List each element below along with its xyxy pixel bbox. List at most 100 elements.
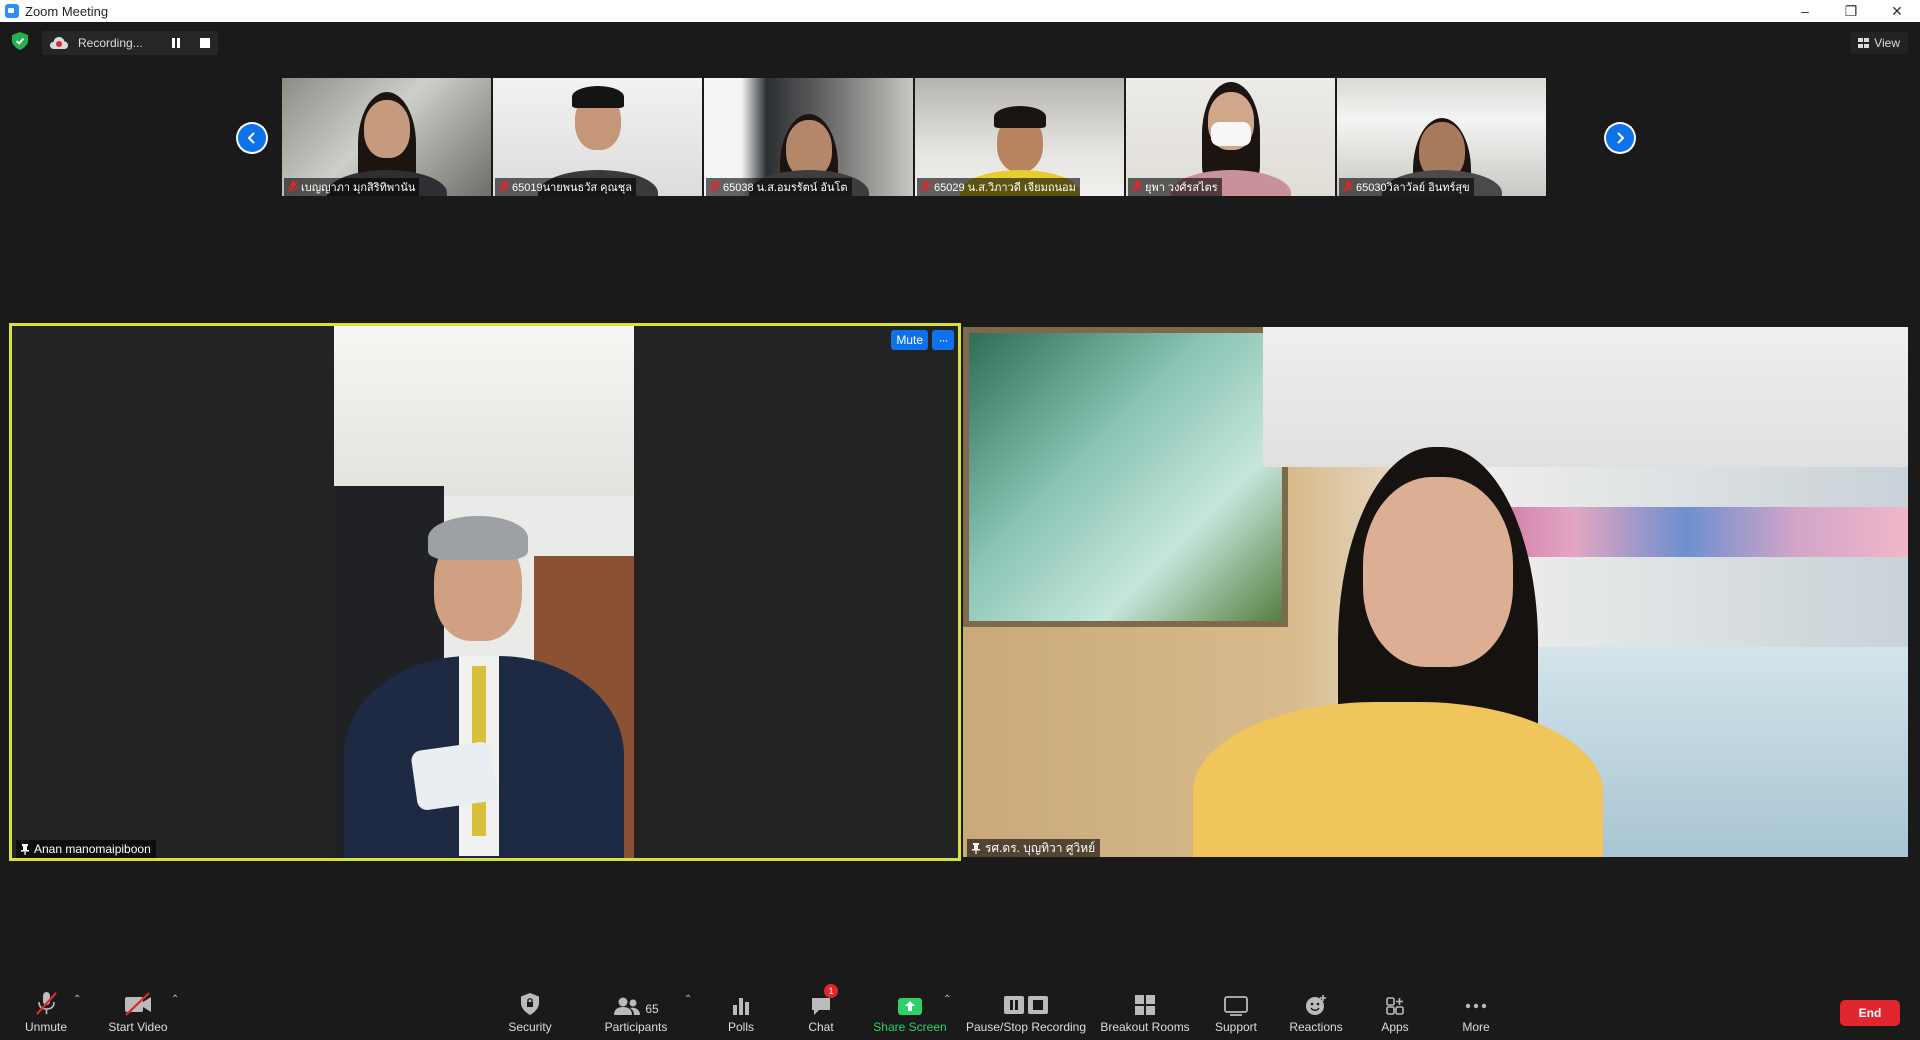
participants-count: 65 bbox=[645, 1002, 659, 1016]
participant-name-label: เบญญาภา มุกสิริทิพานัน bbox=[284, 178, 420, 196]
unmute-label: Unmute bbox=[24, 1020, 68, 1034]
chat-unread-badge: 1 bbox=[824, 984, 838, 998]
participant-name: 65030วิลาวัลย์ อินทร์สุข bbox=[1356, 182, 1470, 194]
participant-name-label: 65029 น.ส.วิภาวดี เจียมถนอม bbox=[917, 178, 1080, 196]
apps-label: Apps bbox=[1381, 1020, 1409, 1034]
reactions-label: Reactions bbox=[1289, 1020, 1343, 1034]
view-button[interactable]: View bbox=[1850, 32, 1908, 54]
grid-view-icon bbox=[1858, 38, 1870, 48]
participant-name-label: 65038 น.ส.อมรรัตน์ อันโต bbox=[706, 178, 852, 196]
participant-name-label: 65019นายพนธวัส คุณชุล bbox=[495, 178, 636, 196]
previous-page-button[interactable] bbox=[236, 122, 268, 154]
more-button[interactable]: More bbox=[1458, 980, 1494, 1040]
breakout-rooms-label: Breakout Rooms bbox=[1100, 1020, 1190, 1034]
restore-button[interactable]: ❐ bbox=[1828, 0, 1874, 22]
encryption-shield-icon[interactable] bbox=[12, 32, 28, 50]
pause-stop-recording-button[interactable]: Pause/Stop Recording bbox=[965, 980, 1087, 1040]
participant-name: 65029 น.ส.วิภาวดี เจียมถนอม bbox=[934, 182, 1076, 194]
video-tile-active-speaker[interactable]: Mute ··· Anan manomaipiboon bbox=[9, 323, 961, 861]
participant-thumbnail-strip: เบญญาภา มุกสิริทิพานัน 65019นายพนธวัส คุ… bbox=[282, 78, 1546, 196]
participant-thumbnail[interactable]: 65030วิลาวัลย์ อินทร์สุข bbox=[1337, 78, 1546, 196]
apps-icon bbox=[1386, 997, 1404, 1015]
pin-icon bbox=[21, 843, 29, 855]
participants-button[interactable]: 65 Participants bbox=[602, 980, 670, 1040]
cloud-recording-icon bbox=[50, 37, 68, 49]
chevron-right-icon bbox=[1617, 132, 1625, 144]
participant-name: รศ.ดร. บุญทิวา ศูวิหย์ bbox=[985, 840, 1096, 855]
minimize-button[interactable]: – bbox=[1782, 0, 1828, 22]
recording-indicator: Recording... bbox=[42, 31, 218, 55]
share-options-chevron-icon[interactable]: ⌃ bbox=[943, 994, 951, 1005]
support-label: Support bbox=[1214, 1020, 1258, 1034]
security-shield-icon bbox=[521, 993, 539, 1015]
pause-stop-recording-label: Pause/Stop Recording bbox=[965, 1020, 1087, 1034]
polls-icon bbox=[733, 998, 749, 1015]
participants-options-chevron-icon[interactable]: ⌃ bbox=[684, 994, 692, 1005]
video-tile[interactable]: รศ.ดร. บุญทิวา ศูวิหย์ bbox=[963, 327, 1908, 857]
video-options-chevron-icon[interactable]: ⌃ bbox=[171, 994, 179, 1005]
window-title: Zoom Meeting bbox=[25, 3, 109, 19]
participants-label: Participants bbox=[604, 1020, 668, 1034]
participant-video bbox=[963, 327, 1908, 857]
participant-name-label: รศ.ดร. บุญทิวา ศูวิหย์ bbox=[967, 839, 1101, 857]
end-meeting-button[interactable]: End bbox=[1840, 1000, 1900, 1026]
chevron-left-icon bbox=[247, 132, 255, 144]
participants-icon bbox=[614, 997, 641, 1015]
security-label: Security bbox=[508, 1020, 552, 1034]
participant-thumbnail[interactable]: 65038 น.ส.อมรรัตน์ อันโต bbox=[704, 78, 913, 196]
more-label: More bbox=[1462, 1020, 1490, 1034]
tile-more-options-button[interactable]: ··· bbox=[932, 330, 954, 350]
view-label: View bbox=[1874, 36, 1900, 50]
close-button[interactable]: ✕ bbox=[1874, 0, 1920, 22]
video-off-icon bbox=[125, 992, 151, 1016]
unmute-button[interactable]: Unmute bbox=[22, 980, 70, 1040]
support-screen-icon bbox=[1224, 996, 1248, 1016]
chat-button[interactable]: 1 Chat bbox=[803, 980, 839, 1040]
meeting-topbar: Recording... View bbox=[0, 22, 1920, 64]
window-titlebar: Zoom Meeting – ❐ ✕ bbox=[0, 0, 1920, 22]
participant-name-label: 65030วิลาวัลย์ อินทร์สุข bbox=[1339, 178, 1474, 196]
breakout-rooms-icon bbox=[1135, 995, 1155, 1015]
participant-name: เบญญาภา มุกสิริทิพานัน bbox=[301, 182, 416, 194]
chat-bubble-icon bbox=[812, 998, 830, 1015]
participant-thumbnail[interactable]: เบญญาภา มุกสิริทิพานัน bbox=[282, 78, 491, 196]
apps-button[interactable]: Apps bbox=[1379, 980, 1411, 1040]
start-video-button[interactable]: Start Video bbox=[106, 980, 170, 1040]
tile-mute-button[interactable]: Mute bbox=[891, 330, 928, 350]
muted-mic-icon bbox=[499, 181, 509, 193]
support-button[interactable]: Support bbox=[1211, 980, 1261, 1040]
window-controls: – ❐ ✕ bbox=[1782, 0, 1920, 22]
participant-name-label: ยุพา วงศ์รสไตร bbox=[1128, 178, 1222, 196]
muted-mic-icon bbox=[921, 181, 931, 193]
muted-mic-icon bbox=[1132, 181, 1142, 193]
zoom-logo-icon bbox=[5, 4, 19, 18]
muted-mic-icon bbox=[288, 181, 298, 193]
security-button[interactable]: Security bbox=[505, 980, 555, 1040]
participant-video bbox=[334, 326, 634, 858]
share-screen-button[interactable]: Share Screen bbox=[872, 980, 948, 1040]
muted-mic-icon bbox=[710, 181, 720, 193]
more-dots-icon bbox=[1465, 1003, 1487, 1009]
meeting-controls-toolbar: Unmute ⌃ Start Video ⌃ Security 65 Parti… bbox=[0, 980, 1920, 1040]
pause-stop-recording-icon bbox=[1004, 996, 1048, 1014]
breakout-rooms-button[interactable]: Breakout Rooms bbox=[1099, 980, 1191, 1040]
muted-mic-icon bbox=[36, 992, 57, 1015]
participant-name: ยุพา วงศ์รสไตร bbox=[1145, 182, 1218, 194]
participant-name: 65038 น.ส.อมรรัตน์ อันโต bbox=[723, 182, 848, 194]
reactions-button[interactable]: Reactions bbox=[1288, 980, 1344, 1040]
participant-name-label: Anan manomaipiboon bbox=[16, 840, 156, 858]
participant-thumbnail[interactable]: 65029 น.ส.วิภาวดี เจียมถนอม bbox=[915, 78, 1124, 196]
polls-button[interactable]: Polls bbox=[723, 980, 759, 1040]
participant-name: 65019นายพนธวัส คุณชุล bbox=[512, 182, 632, 194]
share-screen-arrow-icon bbox=[898, 998, 922, 1015]
stop-recording-icon[interactable] bbox=[200, 38, 210, 48]
share-screen-label: Share Screen bbox=[873, 1020, 947, 1034]
reactions-smiley-icon bbox=[1306, 995, 1326, 1015]
pause-recording-icon[interactable] bbox=[170, 37, 182, 49]
participant-thumbnail[interactable]: ยุพา วงศ์รสไตร bbox=[1126, 78, 1335, 196]
polls-label: Polls bbox=[727, 1020, 754, 1034]
audio-options-chevron-icon[interactable]: ⌃ bbox=[73, 994, 81, 1005]
pin-icon bbox=[972, 842, 980, 854]
next-page-button[interactable] bbox=[1604, 122, 1636, 154]
participant-thumbnail[interactable]: 65019นายพนธวัส คุณชุล bbox=[493, 78, 702, 196]
